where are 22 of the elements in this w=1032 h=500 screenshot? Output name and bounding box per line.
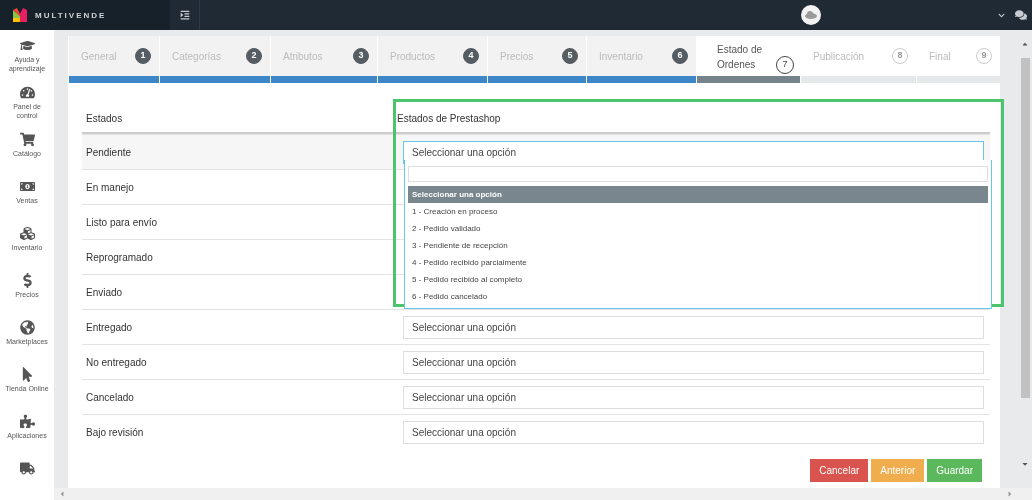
dropdown-option[interactable]: Seleccionar una opción xyxy=(408,185,988,203)
gauge-icon xyxy=(19,85,35,100)
cart-icon xyxy=(19,132,35,147)
banknote-icon xyxy=(19,179,35,194)
puzzle-icon xyxy=(19,414,35,429)
brand-name: MULTIVENDE xyxy=(35,10,107,20)
scroll-up-icon[interactable] xyxy=(1021,40,1029,48)
scroll-down-icon[interactable] xyxy=(1021,460,1029,468)
cancel-button[interactable]: Cancelar xyxy=(810,459,869,482)
avatar[interactable] xyxy=(801,5,821,25)
scrollbar-thumb[interactable] xyxy=(1020,58,1030,398)
select-field[interactable]: Seleccionar una opción xyxy=(403,385,984,409)
table-cell: Pendiente xyxy=(82,134,393,169)
globe-icon xyxy=(19,320,35,335)
truck-icon[interactable] xyxy=(19,461,35,476)
cubes-icon xyxy=(19,226,35,241)
select-field[interactable]: Seleccionar una opción xyxy=(403,420,984,444)
graduation-cap-icon xyxy=(19,38,35,53)
search-field[interactable] xyxy=(408,165,988,182)
select-field[interactable]: Seleccionar una opción xyxy=(403,350,984,374)
select-field[interactable]: Seleccionar una opción xyxy=(403,315,984,339)
logo-icon xyxy=(13,8,27,22)
